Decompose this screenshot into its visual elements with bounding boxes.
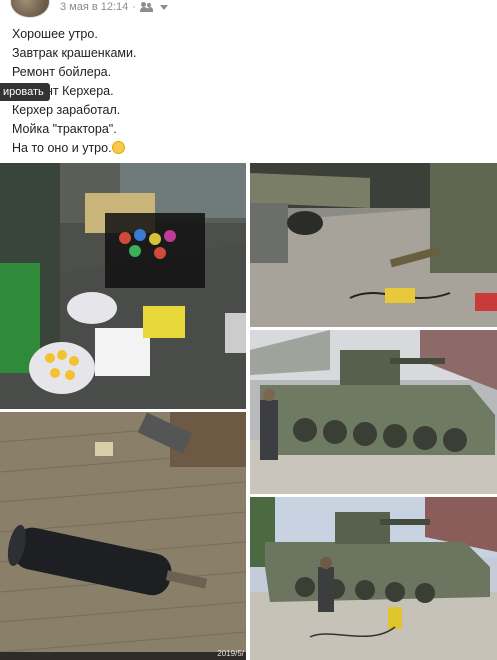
- photo-vehicle-tarp[interactable]: [250, 163, 497, 327]
- photo-boiler[interactable]: 2019/5/: [0, 412, 246, 660]
- photo-date-stamp: 2019/5/: [217, 649, 244, 658]
- separator-dot: ·: [132, 1, 136, 13]
- post-line: Керхер заработал.: [12, 103, 121, 117]
- friends-audience-icon[interactable]: [139, 2, 154, 12]
- photo-eggs-breakfast[interactable]: [0, 163, 246, 409]
- tooltip: ировать: [0, 83, 50, 101]
- photo-eggs-illustration: [0, 163, 246, 409]
- smile-emoji-icon: [111, 141, 125, 154]
- post-meta: 3 мая в 12:14 ·: [60, 1, 168, 13]
- post-line: Хорошее утро.: [12, 27, 98, 41]
- photo-vehicle-person-illustration: [250, 330, 497, 494]
- photo-vehicle-wash-illustration: [250, 497, 497, 660]
- photo-vehicle-wash[interactable]: [250, 497, 497, 660]
- post-line-text: На то оно и утро.: [12, 141, 112, 155]
- photo-vehicle-tarp-illustration: [250, 163, 497, 327]
- photo-boiler-illustration: [0, 412, 246, 660]
- avatar[interactable]: [10, 0, 50, 18]
- post-line: На то оно и утро.: [12, 139, 136, 158]
- chevron-down-icon[interactable]: [159, 4, 168, 10]
- post-line-text: нт Керхера.: [46, 84, 114, 98]
- post-line: Завтрак крашенками.: [12, 46, 137, 60]
- photo-vehicle-person[interactable]: [250, 330, 497, 494]
- post-line: Ремонт бойлера.: [12, 65, 112, 79]
- post-date[interactable]: 3 мая в 12:14: [60, 1, 128, 13]
- post-header: 3 мая в 12:14 ·: [0, 0, 497, 20]
- post-line: Мойка "трактора".: [12, 122, 117, 136]
